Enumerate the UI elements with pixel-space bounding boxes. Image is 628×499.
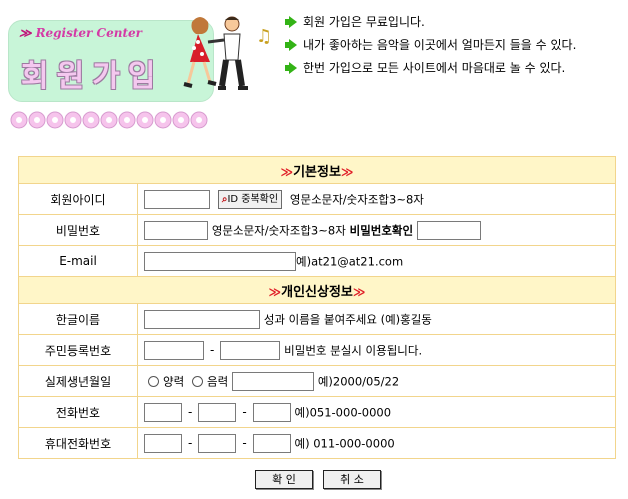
password-confirm-input[interactable] [416,220,481,240]
id-check-button[interactable]: ⌕ID 중복확인 [217,189,283,209]
registration-form: ≫ 기본정보≫ 회원아이디 ⌕ID 중복확인 영문소문자/숫자조합3~8자 비밀번… [18,156,616,459]
birthday-input[interactable] [232,371,314,391]
resident-number-front-input[interactable] [144,340,204,360]
phone-label: 전화번호 [18,396,138,428]
resident-number-back-input[interactable] [220,340,281,360]
solar-label: 양력 [163,374,185,388]
notice-text: 한번 가입으로 모든 사이트에서 마음대로 놀 수 있다. [303,61,566,75]
birthday-hint: 예)2000/05/22 [317,374,400,388]
row-member-id: 회원아이디 ⌕ID 중복확인 영문소문자/숫자조합3~8자 [18,183,616,215]
notice-text: 내가 좋아하는 음악을 이곳에서 얼마든지 들을 수 있다. [303,38,577,52]
solar-radio[interactable] [148,375,159,387]
section-basic-info: ≫ 기본정보≫ [18,156,616,184]
dancing-couple-illustration: ♫ [183,16,272,90]
mobile-part2-input[interactable] [198,433,237,453]
korean-name-hint: 성과 이름을 붙여주세요 (예)홍길동 [263,312,432,326]
register-center-tag: ≫ Register Center [19,26,142,40]
resident-number-label: 주민등록번호 [18,334,138,366]
password-confirm-label: 비밀번호확인 [349,223,414,237]
email-hint: 예)at21@at21.com [296,254,404,268]
password-label: 비밀번호 [18,214,138,246]
member-id-input[interactable] [144,189,210,209]
banner-title: 회원가입 [21,59,164,94]
notice-list: 회원 가입은 무료입니다. 내가 좋아하는 음악을 이곳에서 얼마든지 들을 수… [285,10,576,79]
row-korean-name: 한글이름 성과 이름을 붙여주세요 (예)홍길동 [18,303,616,335]
section-personal-info: ≫ 개인신상정보≫ [18,276,616,304]
confirm-button[interactable]: 확 인 [255,470,313,489]
row-password: 비밀번호 영문소문자/숫자조합3~8자 비밀번호확인 [18,214,616,246]
row-email: E-mail 예)at21@at21.com [18,245,616,277]
mobile-part1-input[interactable] [144,433,182,453]
phone-hint: 예)051-000-0000 [294,405,392,419]
row-resident-number: 주민등록번호 - 비밀번호 분실시 이용됩니다. [18,334,616,366]
email-label: E-mail [18,245,138,277]
notice-text: 회원 가입은 무료입니다. [303,15,425,29]
phone-part3-input[interactable] [252,402,291,422]
row-birthday: 실제생년월일 양력 음력 예)2000/05/22 [18,365,616,397]
korean-name-label: 한글이름 [18,303,138,335]
notice-item: 회원 가입은 무료입니다. [285,10,576,33]
password-input[interactable] [144,220,208,240]
phone-part1-input[interactable] [144,402,182,422]
lunar-label: 음력 [207,374,229,388]
zigzag-icon: ≫ [268,284,281,299]
row-phone: 전화번호 -- 예)051-000-0000 [18,396,616,428]
mobile-label: 휴대전화번호 [18,427,138,459]
phone-part2-input[interactable] [198,402,237,422]
form-actions: 확 인 취 소 [255,470,381,489]
resident-number-hint: 비밀번호 분실시 이용됩니다. [284,343,423,357]
svg-text:♫: ♫ [256,26,272,47]
mobile-part3-input[interactable] [252,433,291,453]
mobile-hint: 예) 011-000-0000 [294,436,395,450]
zigzag-icon: ≫ [340,164,353,179]
member-id-label: 회원아이디 [18,183,138,215]
email-input[interactable] [144,251,296,271]
cancel-button[interactable]: 취 소 [323,470,381,489]
row-mobile: 휴대전화번호 -- 예) 011-000-0000 [18,427,616,459]
notice-item: 내가 좋아하는 음악을 이곳에서 얼마든지 들을 수 있다. [285,33,576,56]
flower-row-decoration [10,111,208,129]
lunar-radio[interactable] [192,375,203,387]
zigzag-icon: ≫ [280,164,293,179]
notice-item: 한번 가입으로 모든 사이트에서 마음대로 놀 수 있다. [285,56,576,79]
korean-name-input[interactable] [144,309,260,329]
password-hint: 영문소문자/숫자조합3~8자 [211,223,346,237]
zigzag-icon: ≫ [352,284,365,299]
member-id-hint: 영문소문자/숫자조합3~8자 [289,192,424,206]
birthday-label: 실제생년월일 [18,365,138,397]
